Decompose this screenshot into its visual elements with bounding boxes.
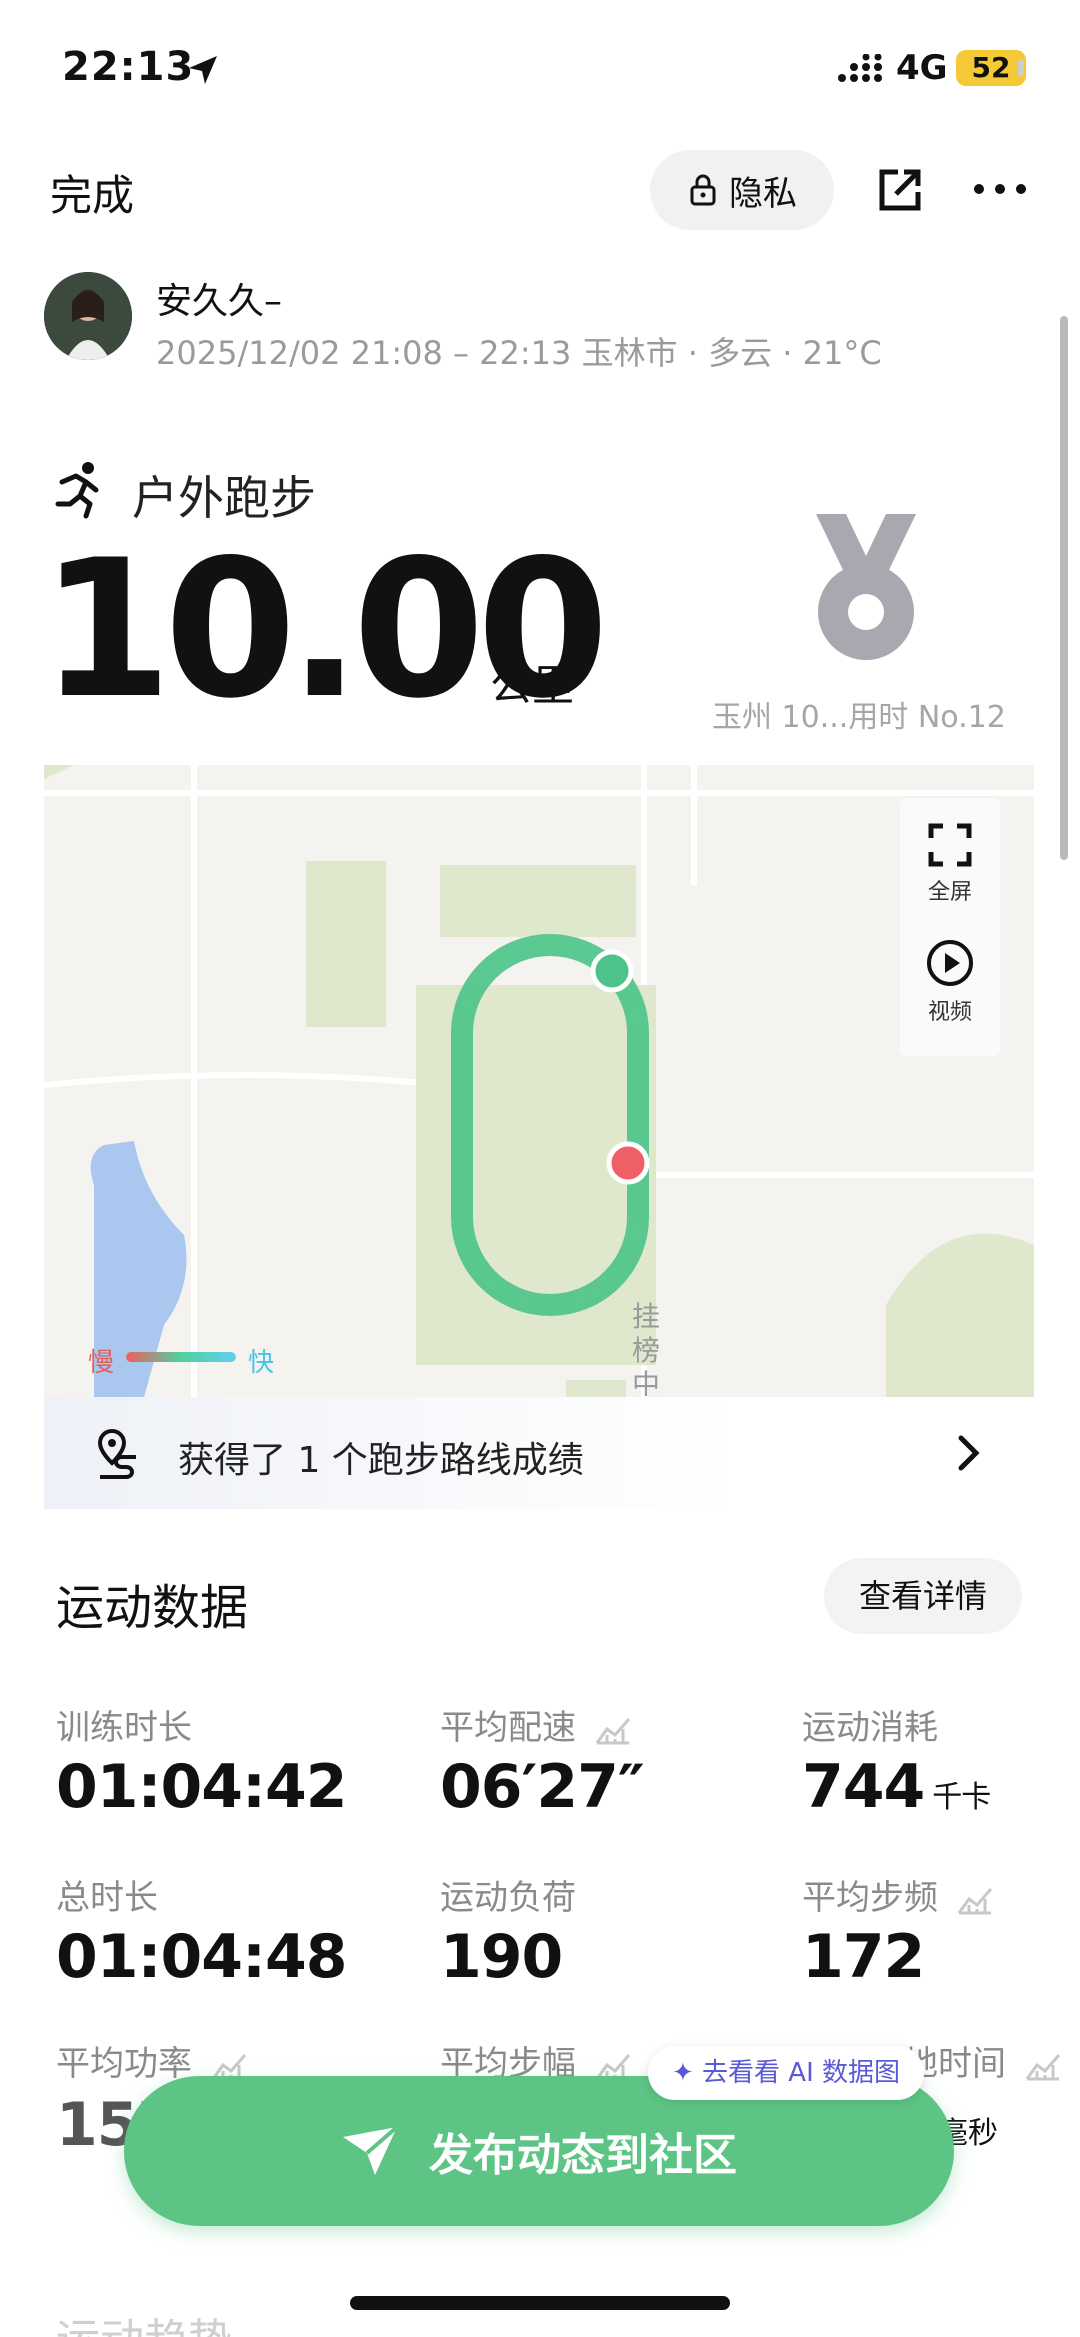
privacy-label: 隐私 [729, 173, 797, 214]
stat-label-text: 平均配速 [440, 1708, 576, 1748]
route-map[interactable] [44, 765, 1034, 1397]
fullscreen-tool[interactable]: 全屏 [900, 822, 1000, 906]
play-icon [927, 940, 973, 986]
battery-icon: 52 [956, 50, 1026, 86]
username[interactable]: 安久久– [156, 272, 282, 324]
network-type: 4G [896, 48, 948, 88]
stats-section-title: 运动数据 [56, 1580, 249, 1636]
location-arrow-icon [189, 56, 217, 84]
send-icon [343, 2125, 399, 2175]
stat-value: 01:04:42 [56, 1752, 347, 1822]
avatar[interactable] [44, 272, 132, 360]
status-time: 22:13 [62, 44, 195, 90]
home-indicator[interactable] [350, 2296, 730, 2310]
chart-icon [957, 1887, 992, 1914]
stat-value: 06′27″ [440, 1752, 645, 1822]
more-icon[interactable] [972, 182, 1028, 196]
medal-caption: 玉州 10...用时 No.12 [712, 700, 1006, 735]
share-icon[interactable] [874, 164, 926, 216]
fullscreen-label: 全屏 [927, 880, 972, 905]
video-tool[interactable]: 视频 [900, 938, 1000, 1026]
ai-data-chart-tag[interactable]: ✦ 去看看 AI 数据图 [648, 2046, 924, 2100]
stat-label: 运动消耗 [802, 1708, 938, 1748]
next-section-title: 运动趋势 [56, 2304, 232, 2337]
map-tools: 全屏 视频 [900, 798, 1000, 1056]
route-achievement-banner[interactable]: 获得了 1 个跑步路线成绩 [44, 1397, 1034, 1509]
stat-label-text: 平均步频 [802, 1878, 938, 1918]
status-bar: 22:13 4G 52 [0, 0, 1080, 140]
view-details-button[interactable]: 查看详情 [824, 1558, 1022, 1634]
pace-legend-bar [126, 1352, 236, 1362]
distance-unit: 公里 [490, 661, 575, 710]
lock-icon [690, 174, 716, 206]
stat-label: 总时长 [56, 1878, 158, 1918]
legend-fast-label: 快 [248, 1348, 275, 1378]
medal-icon[interactable] [812, 512, 920, 672]
stat-label: 训练时长 [56, 1708, 192, 1748]
chart-icon [1025, 2053, 1060, 2080]
publish-label: 发布动态到社区 [429, 2130, 737, 2181]
map-poi-label: 挂榜中 [632, 1300, 661, 1396]
stat-value: 744 千卡 [802, 1752, 991, 1822]
workout-meta: 2025/12/02 21:08 – 22:13 玉林市 · 多云 · 21°C [156, 334, 882, 372]
stat-unit: 千卡 [932, 1780, 991, 1815]
done-button[interactable]: 完成 [50, 162, 134, 223]
route-achievement-text: 获得了 1 个跑步路线成绩 [178, 1440, 584, 1481]
video-label: 视频 [927, 1000, 972, 1025]
stat-value: 172 [802, 1922, 925, 1992]
stat-label-with-chart[interactable]: 平均配速 [440, 1700, 631, 1749]
scrollbar[interactable] [1060, 316, 1068, 860]
signal-icon [838, 54, 882, 82]
legend-slow-label: 慢 [88, 1348, 115, 1378]
fullscreen-icon [928, 823, 972, 867]
battery-cap [1018, 60, 1024, 76]
stat-value: 01:04:48 [56, 1922, 347, 1992]
privacy-button[interactable]: 隐私 [650, 150, 834, 230]
sparkle-icon: ✦ [671, 2058, 703, 2088]
chart-icon [595, 1717, 630, 1744]
stat-label-text: 平均功率 [56, 2044, 192, 2084]
chevron-right-icon [958, 1435, 980, 1471]
stat-label-with-chart[interactable]: 平均步频 [802, 1870, 993, 1919]
stat-value: 190 [440, 1922, 563, 1992]
stat-label: 运动负荷 [440, 1878, 576, 1918]
running-icon [55, 462, 99, 519]
route-pin-icon [97, 1428, 136, 1479]
